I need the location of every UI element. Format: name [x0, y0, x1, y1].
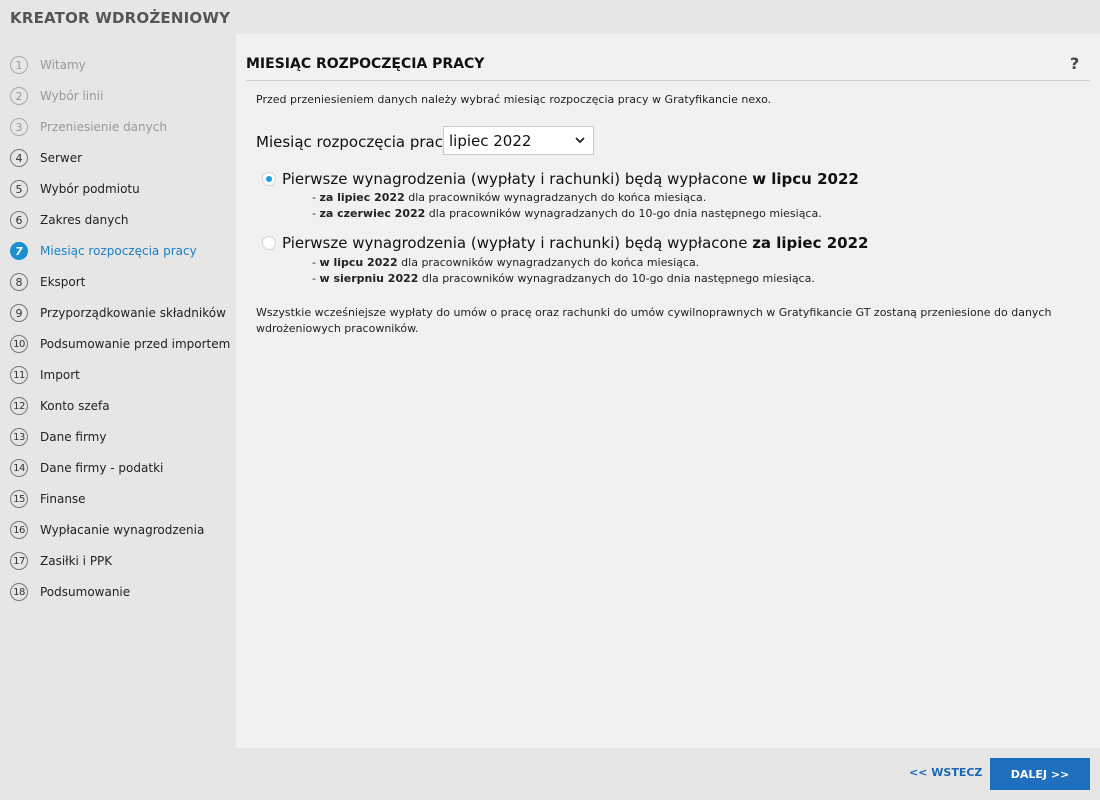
step-eksport[interactable]: 8 Eksport: [10, 271, 232, 293]
step-miesiac-rozpoczecia-pracy[interactable]: 7 Miesiąc rozpoczęcia pracy: [10, 240, 232, 262]
step-label: Miesiąc rozpoczęcia pracy: [40, 244, 197, 258]
step-label: Zasiłki i PPK: [40, 554, 113, 568]
step-witamy[interactable]: 1 Witamy: [10, 54, 232, 76]
step-number: 11: [10, 366, 28, 384]
month-select-value: lipiec 2022: [449, 131, 532, 150]
step-label: Wybór linii: [40, 89, 104, 103]
step-dane-firmy[interactable]: 13 Dane firmy: [10, 426, 232, 448]
step-konto-szefa[interactable]: 12 Konto szefa: [10, 395, 232, 417]
step-label: Przyporządkowanie składników: [40, 306, 226, 320]
app-title: KREATOR WDROŻENIOWY: [10, 9, 231, 27]
month-select[interactable]: lipiec 2022: [443, 126, 594, 155]
step-wybor-linii[interactable]: 2 Wybór linii: [10, 85, 232, 107]
back-button[interactable]: << WSTECZ: [909, 766, 982, 779]
step-label: Dane firmy: [40, 430, 107, 444]
option2-detail-1: - w lipcu 2022 dla pracowników wynagradz…: [312, 256, 700, 269]
step-serwer[interactable]: 4 Serwer: [10, 147, 232, 169]
intro-text: Przed przeniesieniem danych należy wybra…: [256, 93, 772, 106]
option2-detail-2: - w sierpniu 2022 dla pracowników wynagr…: [312, 272, 815, 285]
step-number: 15: [10, 490, 28, 508]
step-number: 8: [10, 273, 28, 291]
step-number: 18: [10, 583, 28, 601]
step-finanse[interactable]: 15 Finanse: [10, 488, 232, 510]
option-paid-for-july[interactable]: Pierwsze wynagrodzenia (wypłaty i rachun…: [262, 234, 868, 252]
step-label: Eksport: [40, 275, 86, 289]
step-label: Witamy: [40, 58, 86, 72]
step-zasilki-i-ppk[interactable]: 17 Zasiłki i PPK: [10, 550, 232, 572]
step-number: 2: [10, 87, 28, 105]
step-number: 16: [10, 521, 28, 539]
step-label: Wybór podmiotu: [40, 182, 140, 196]
step-number: 13: [10, 428, 28, 446]
step-number: 6: [10, 211, 28, 229]
step-number: 3: [10, 118, 28, 136]
step-podsumowanie-przed-importem[interactable]: 10 Podsumowanie przed importem: [10, 333, 232, 355]
step-przeniesienie-danych[interactable]: 3 Przeniesienie danych: [10, 116, 232, 138]
step-dane-firmy-podatki[interactable]: 14 Dane firmy - podatki: [10, 457, 232, 479]
wizard-steps-sidebar: 1 Witamy 2 Wybór linii 3 Przeniesienie dany…: [0, 48, 236, 748]
radio-button[interactable]: [262, 236, 276, 250]
step-label: Wypłacanie wynagrodzenia: [40, 523, 205, 537]
step-number: 1: [10, 56, 28, 74]
option-paid-in-july[interactable]: Pierwsze wynagrodzenia (wypłaty i rachun…: [262, 170, 859, 188]
option1-detail-1: - za lipiec 2022 dla pracowników wynagra…: [312, 191, 707, 204]
step-wyplacanie-wynagrodzenia[interactable]: 16 Wypłacanie wynagrodzenia: [10, 519, 232, 541]
option-label: Pierwsze wynagrodzenia (wypłaty i rachun…: [282, 234, 869, 252]
step-number: 9: [10, 304, 28, 322]
step-przyporzadkowanie-skladnikow[interactable]: 9 Przyporządkowanie składników: [10, 302, 232, 324]
step-label: Podsumowanie przed importem: [40, 337, 231, 351]
step-number: 5: [10, 180, 28, 198]
step-label: Zakres danych: [40, 213, 129, 227]
step-number: 4: [10, 149, 28, 167]
step-import[interactable]: 11 Import: [10, 364, 232, 386]
page-title: MIESIĄC ROZPOCZĘCIA PRACY: [246, 56, 485, 72]
step-label: Dane firmy - podatki: [40, 461, 164, 475]
title-divider: [246, 80, 1090, 81]
next-button[interactable]: DALEJ >>: [990, 758, 1090, 790]
step-label: Przeniesienie danych: [40, 120, 167, 134]
step-number: 12: [10, 397, 28, 415]
step-label: Finanse: [40, 492, 86, 506]
chevron-down-icon: [575, 137, 585, 144]
content-panel: MIESIĄC ROZPOCZĘCIA PRACY ? Przed przeni…: [236, 34, 1100, 748]
radio-button[interactable]: [262, 172, 276, 186]
step-number: 17: [10, 552, 28, 570]
option-label: Pierwsze wynagrodzenia (wypłaty i rachun…: [282, 170, 859, 188]
step-zakres-danych[interactable]: 6 Zakres danych: [10, 209, 232, 231]
step-number: 14: [10, 459, 28, 477]
step-number: 10: [10, 335, 28, 353]
help-icon[interactable]: ?: [1070, 54, 1079, 73]
step-number: 7: [10, 242, 28, 260]
option1-detail-2: - za czerwiec 2022 dla pracowników wynag…: [312, 207, 822, 220]
step-label: Import: [40, 368, 80, 382]
step-label: Konto szefa: [40, 399, 110, 413]
month-label: Miesiąc rozpoczęcia pracy:: [256, 133, 456, 151]
step-label: Serwer: [40, 151, 83, 165]
step-podsumowanie[interactable]: 18 Podsumowanie: [10, 581, 232, 603]
step-label: Podsumowanie: [40, 585, 131, 599]
transfer-note: Wszystkie wcześniejsze wypłaty do umów o…: [256, 306, 1052, 335]
step-wybor-podmiotu[interactable]: 5 Wybór podmiotu: [10, 178, 232, 200]
